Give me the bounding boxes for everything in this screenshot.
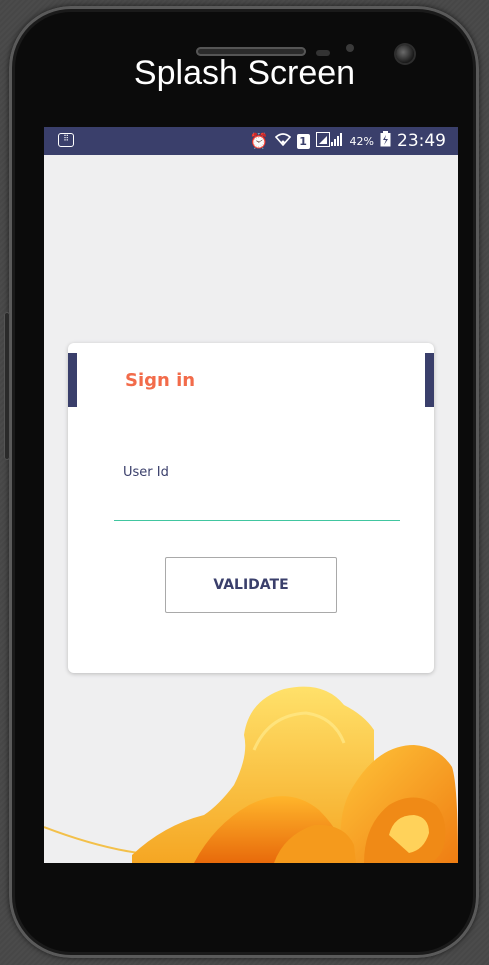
screen-title: Splash Screen xyxy=(133,54,356,92)
sim-label: 1 xyxy=(299,134,307,148)
light-sensor xyxy=(346,44,354,52)
app-screen: ⠿ ⏰ 1 42% 23:49 Sign in User Id VALIDATE xyxy=(44,127,458,863)
keyboard-icon: ⠿ xyxy=(58,133,74,147)
card-accent-right xyxy=(425,353,434,407)
validate-button[interactable]: VALIDATE xyxy=(165,557,337,613)
user-id-label: User Id xyxy=(123,465,169,480)
clock: 23:49 xyxy=(397,131,446,151)
signal-icon xyxy=(315,131,344,151)
alarm-icon: ⏰ xyxy=(249,132,269,150)
status-icons: ⏰ 1 42% 23:49 xyxy=(250,131,446,151)
status-bar: ⠿ ⏰ 1 42% 23:49 xyxy=(44,127,458,155)
wifi-icon xyxy=(274,132,291,150)
sign-in-card: Sign in User Id VALIDATE xyxy=(68,343,434,673)
volume-button xyxy=(4,312,10,460)
sim-icon: 1 xyxy=(296,133,310,149)
battery-percent: 42% xyxy=(349,134,374,148)
battery-icon xyxy=(380,131,391,151)
sign-in-title: Sign in xyxy=(125,370,196,391)
card-accent-left xyxy=(68,353,77,407)
flower-illustration xyxy=(44,686,458,863)
user-id-input[interactable] xyxy=(114,493,400,521)
